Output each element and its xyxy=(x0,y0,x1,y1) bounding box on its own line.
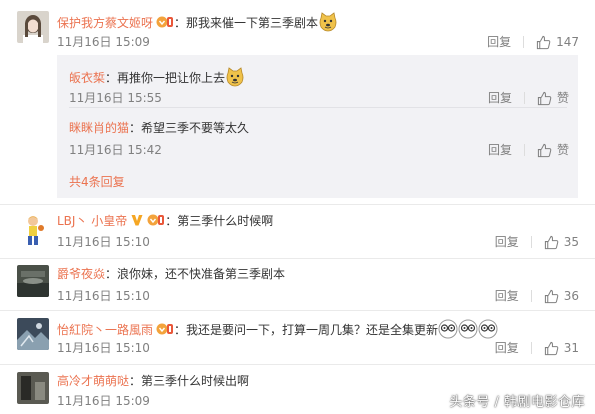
timestamp: 11月16日 15:10 xyxy=(57,235,150,249)
reply-text: ：再推你一把让你上去 xyxy=(105,71,226,85)
avatar[interactable] xyxy=(17,265,49,297)
divider xyxy=(523,92,525,104)
reply-list: 皈衣椞：再推你一把让你上去 11月16日 15:55 回复 赞 眯眯肖的猫：希望… xyxy=(57,55,578,198)
thumbs-up-icon xyxy=(536,35,551,49)
doge-emoji-icon xyxy=(318,12,338,36)
like-label: 赞 xyxy=(556,143,569,157)
divider xyxy=(530,236,532,248)
username-link[interactable]: 爵爷夜焱 xyxy=(57,267,105,281)
timestamp: 11月16日 15:09 xyxy=(57,35,150,49)
like-button[interactable]: 35 xyxy=(544,234,579,250)
like-button[interactable]: 赞 xyxy=(537,142,569,158)
like-button[interactable]: 147 xyxy=(536,34,579,50)
like-button[interactable]: 31 xyxy=(544,340,579,356)
reply-button[interactable]: 回复 xyxy=(488,142,512,158)
vip-badge-icon xyxy=(156,15,174,33)
thumbs-up-icon xyxy=(544,235,558,249)
username-link[interactable]: 眯眯肖的猫 xyxy=(69,121,129,135)
username-link[interactable]: 怡紅院丶一路風雨 xyxy=(57,323,153,337)
more-replies-link[interactable]: 共4条回复 xyxy=(69,173,125,190)
avatar[interactable] xyxy=(17,11,49,43)
thumbs-up-icon xyxy=(544,341,558,355)
comment-item: LBJ丶 小皇帝 ：第三季什么时候啊 11月16日 15:10 回复 35 xyxy=(0,205,595,257)
divider xyxy=(530,290,532,302)
comment-text: ：第三季什么时候出啊 xyxy=(129,374,250,388)
reply-text: ：希望三季不要等太久 xyxy=(129,121,250,135)
reply-item: 眯眯肖的猫：希望三季不要等太久 11月16日 15:42 回复 赞 xyxy=(69,118,569,158)
thumbs-up-icon xyxy=(537,91,552,105)
like-button[interactable]: 36 xyxy=(544,288,579,304)
verified-v-icon xyxy=(130,213,144,231)
divider xyxy=(530,342,532,354)
awkward-face-emoji-icon xyxy=(458,319,478,343)
timestamp: 11月16日 15:10 xyxy=(57,289,150,303)
comment-item: 怡紅院丶一路風雨 ：我还是要问一下，打算一周几集？还是全集更新 11月16日 15… xyxy=(0,311,595,363)
like-count: 36 xyxy=(563,289,579,303)
like-count: 35 xyxy=(563,235,579,249)
avatar[interactable] xyxy=(17,214,49,246)
thumbs-up-icon xyxy=(537,143,552,157)
timestamp: 11月16日 15:55 xyxy=(69,91,162,105)
reply-button[interactable]: 回复 xyxy=(487,34,511,50)
like-button[interactable]: 赞 xyxy=(537,90,569,106)
divider xyxy=(69,107,567,108)
timestamp: 11月16日 15:42 xyxy=(69,143,162,157)
reply-button[interactable]: 回复 xyxy=(488,90,512,106)
doge-emoji-icon xyxy=(225,67,245,91)
username-link[interactable]: 高冷才萌萌哒 xyxy=(57,374,129,388)
comment-item: 爵爷夜焱：浪你妹，还不快准备第三季剧本 11月16日 15:10 回复 36 xyxy=(0,259,595,311)
avatar[interactable] xyxy=(17,318,49,350)
divider xyxy=(523,144,525,156)
awkward-face-emoji-icon xyxy=(438,319,458,343)
vip-badge-icon xyxy=(156,322,174,340)
timestamp: 11月16日 15:09 xyxy=(57,394,150,408)
avatar[interactable] xyxy=(17,372,49,404)
divider xyxy=(523,36,525,48)
comment-item: 保护我方蔡文姬呀 ：那我来催一下第三季剧本 11月16日 15:09 回复 147… xyxy=(0,0,595,203)
comment-text: ：浪你妹，还不快准备第三季剧本 xyxy=(105,267,286,281)
reply-button[interactable]: 回复 xyxy=(495,340,519,356)
timestamp: 11月16日 15:10 xyxy=(57,341,150,355)
vip-badge-icon xyxy=(147,213,165,231)
reply-button[interactable]: 回复 xyxy=(495,288,519,304)
like-label: 赞 xyxy=(556,91,569,105)
username-link[interactable]: LBJ丶 小皇帝 xyxy=(57,214,127,228)
username-link[interactable]: 皈衣椞 xyxy=(69,71,105,85)
comment-text: ：那我来催一下第三季剧本 xyxy=(174,16,319,30)
reply-button[interactable]: 回复 xyxy=(495,234,519,250)
watermark: 头条号 / 韩剧电影仓库 xyxy=(449,395,585,410)
like-count: 147 xyxy=(556,35,579,49)
comment-text: ：我还是要问一下，打算一周几集？还是全集更新 xyxy=(174,323,439,337)
reply-item: 皈衣椞：再推你一把让你上去 11月16日 15:55 回复 赞 xyxy=(69,66,569,106)
thumbs-up-icon xyxy=(544,289,558,303)
username-link[interactable]: 保护我方蔡文姬呀 xyxy=(57,16,153,30)
comment-text: ：第三季什么时候啊 xyxy=(165,214,274,228)
like-count: 31 xyxy=(563,341,579,355)
